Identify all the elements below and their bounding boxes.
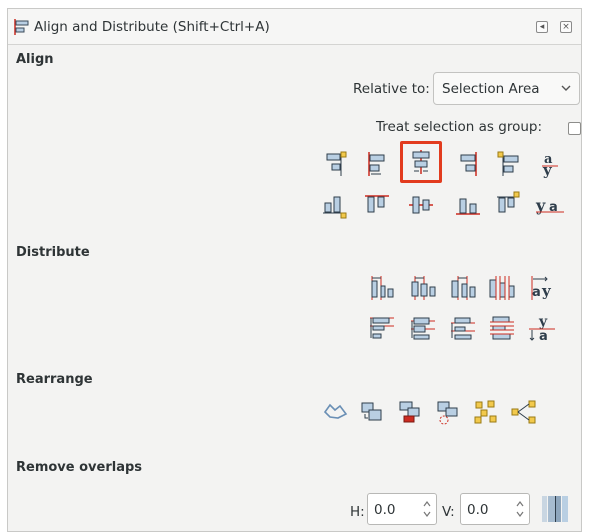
distribute-heading: Distribute bbox=[16, 245, 90, 260]
exchange-selection-order-icon[interactable] bbox=[356, 396, 388, 428]
graph-layout-icon[interactable] bbox=[320, 396, 352, 428]
remove-overlaps-icon[interactable] bbox=[540, 493, 572, 525]
spin-arrows-icon[interactable] bbox=[515, 498, 525, 520]
align-left-edges-to-anchor-right-icon[interactable] bbox=[493, 148, 525, 180]
unclump-icon[interactable] bbox=[508, 396, 540, 428]
randomize-positions-icon[interactable] bbox=[470, 396, 502, 428]
align-heading: Align bbox=[16, 52, 54, 67]
center-on-vertical-axis-icon[interactable] bbox=[400, 141, 442, 183]
svg-text:a: a bbox=[549, 200, 558, 215]
align-baselines-text-icon[interactable]: ay bbox=[534, 148, 566, 180]
align-top-edges-icon[interactable] bbox=[361, 189, 393, 221]
align-baseline-anchors-icon[interactable]: ya bbox=[534, 189, 566, 221]
distribute-top-edges-icon[interactable] bbox=[366, 312, 398, 344]
align-distribute-panel: Align and Distribute (Shift+Ctrl+A) ◂ × … bbox=[7, 8, 582, 532]
svg-text:a: a bbox=[539, 329, 548, 344]
treat-group-label: Treat selection as group: bbox=[376, 119, 543, 135]
distribute-baselines-horizontally-icon[interactable]: ay bbox=[525, 272, 557, 304]
distribute-bottom-edges-icon[interactable] bbox=[447, 312, 479, 344]
svg-text:a: a bbox=[532, 285, 541, 300]
rearrange-heading: Rearrange bbox=[16, 372, 93, 387]
treat-group-checkbox[interactable] bbox=[568, 122, 581, 135]
v-gap-label: V: bbox=[442, 504, 455, 520]
h-gap-spinbutton[interactable]: 0.0 bbox=[367, 493, 437, 525]
svg-text:y: y bbox=[538, 314, 548, 330]
align-bottom-edges-icon[interactable] bbox=[452, 189, 484, 221]
relative-to-dropdown[interactable]: Selection Area bbox=[433, 72, 580, 105]
distribute-baselines-vertically-icon[interactable]: ya bbox=[525, 312, 557, 344]
align-bottom-edges-to-anchor-top-icon[interactable] bbox=[319, 189, 351, 221]
align-left-edges-icon[interactable] bbox=[361, 148, 393, 180]
svg-text:y: y bbox=[541, 282, 552, 300]
exchange-z-order-icon[interactable] bbox=[394, 396, 426, 428]
align-right-edges-to-anchor-left-icon[interactable] bbox=[319, 148, 351, 180]
menu-icon[interactable]: ◂ bbox=[536, 21, 548, 33]
center-on-horizontal-axis-icon[interactable] bbox=[405, 189, 437, 221]
align-right-edges-icon[interactable] bbox=[452, 148, 484, 180]
distribute-left-edges-icon[interactable] bbox=[366, 272, 398, 304]
relative-to-value: Selection Area bbox=[442, 81, 540, 97]
close-icon[interactable]: × bbox=[560, 21, 572, 33]
remove-overlaps-heading: Remove overlaps bbox=[16, 460, 143, 475]
align-top-edges-to-anchor-bottom-icon[interactable] bbox=[493, 189, 525, 221]
align-distribute-icon bbox=[13, 18, 31, 36]
v-gap-spinbutton[interactable]: 0.0 bbox=[460, 493, 530, 525]
distribute-horizontal-gaps-icon[interactable] bbox=[486, 272, 518, 304]
spin-arrows-icon[interactable] bbox=[422, 498, 432, 520]
h-gap-label: H: bbox=[350, 504, 365, 520]
relative-to-label: Relative to: bbox=[353, 81, 430, 97]
rotate-around-center-icon[interactable] bbox=[432, 396, 464, 428]
h-gap-value: 0.0 bbox=[374, 502, 396, 518]
distribute-centers-horizontally-icon[interactable] bbox=[407, 272, 439, 304]
panel-title: Align and Distribute (Shift+Ctrl+A) bbox=[34, 19, 270, 35]
chevron-down-icon bbox=[559, 81, 573, 95]
distribute-vertical-gaps-icon[interactable] bbox=[486, 312, 518, 344]
svg-text:y: y bbox=[542, 161, 553, 179]
distribute-right-edges-icon[interactable] bbox=[447, 272, 479, 304]
distribute-centers-vertically-icon[interactable] bbox=[407, 312, 439, 344]
panel-titlebar: Align and Distribute (Shift+Ctrl+A) ◂ × bbox=[8, 9, 581, 45]
v-gap-value: 0.0 bbox=[467, 502, 489, 518]
